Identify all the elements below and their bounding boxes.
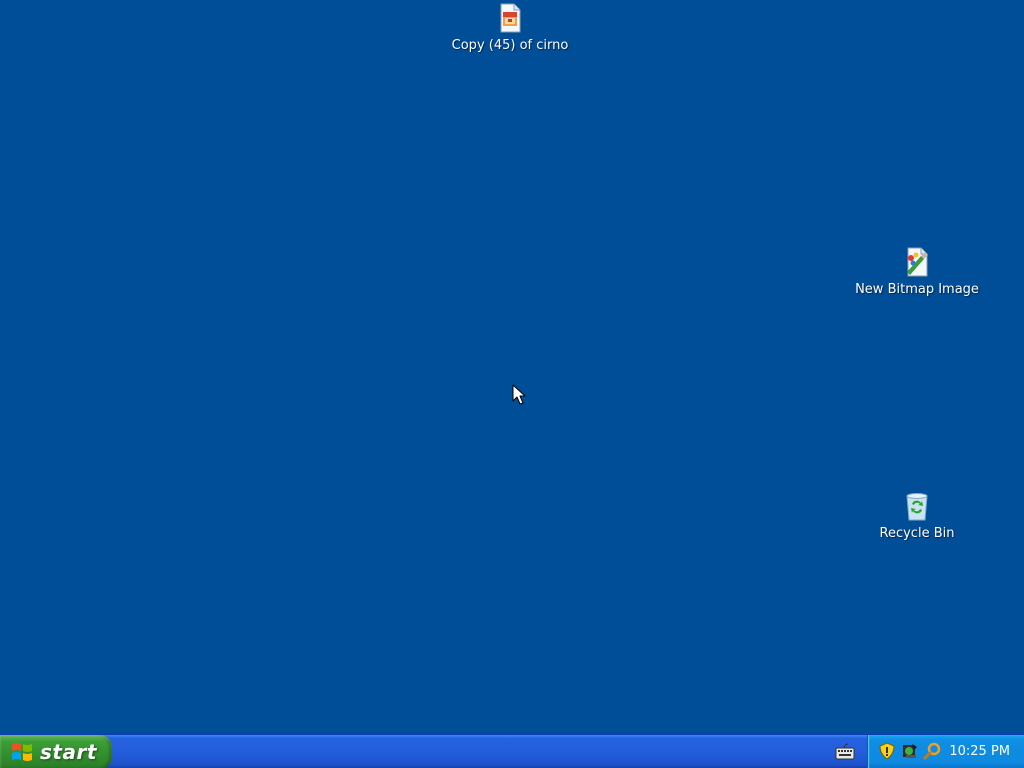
desktop-icon-recycle-bin[interactable]: Recycle Bin (852, 490, 982, 542)
clock[interactable]: 10:25 PM (949, 744, 1010, 759)
recycle-bin-icon (906, 493, 928, 521)
mouse-pointer-icon (512, 384, 526, 405)
bitmap-file-icon (907, 247, 928, 277)
search-magnifier-icon[interactable] (923, 742, 941, 760)
desktop-icon-label: Recycle Bin (879, 526, 955, 541)
desktop-icon-label: Copy (45) of cirno (451, 38, 569, 53)
keyboard-icon[interactable] (835, 743, 855, 761)
taskbar: start 10:25 PM (0, 734, 1024, 768)
app-tray-icon[interactable] (901, 742, 919, 760)
image-file-icon (500, 3, 521, 33)
start-label: start (40, 740, 97, 764)
security-shield-icon[interactable] (878, 742, 896, 760)
desktop-icon-cirno-copy[interactable]: Copy (45) of cirno (445, 2, 575, 54)
desktop-icon-new-bitmap[interactable]: New Bitmap Image (852, 246, 982, 298)
desktop[interactable]: Copy (45) of cirno New Bitmap Image Recy… (0, 0, 1024, 734)
desktop-icon-label: New Bitmap Image (855, 282, 979, 297)
windows-logo-icon (12, 743, 32, 761)
start-button[interactable]: start (0, 735, 112, 768)
system-tray: 10:25 PM (867, 735, 1024, 768)
